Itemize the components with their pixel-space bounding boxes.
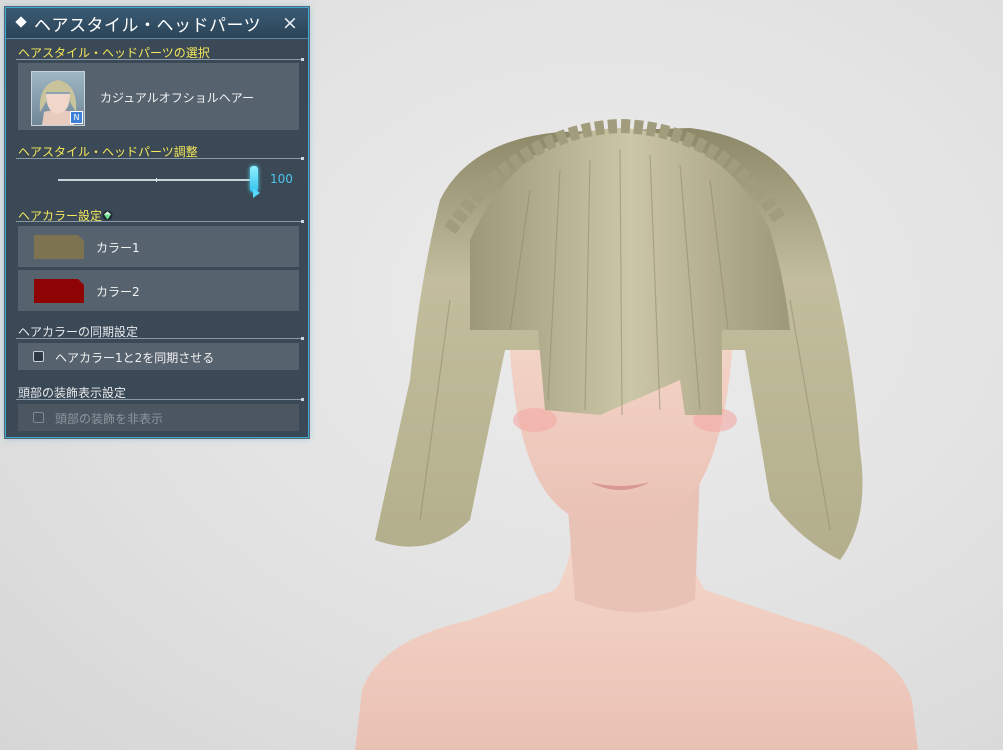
hairstyle-select-button[interactable]: N カジュアルオフショルヘアー (18, 63, 299, 130)
hairstyle-panel: ヘアスタイル・ヘッドパーツ × ヘアスタイル・ヘッドパーツの選択 N カジュアル… (5, 7, 309, 438)
diamond-icon (15, 16, 27, 28)
section-divider (16, 337, 304, 340)
section-divider (16, 157, 304, 160)
panel-title: ヘアスタイル・ヘッドパーツ (34, 16, 262, 36)
panel-titlebar[interactable]: ヘアスタイル・ヘッドパーツ × (6, 8, 308, 39)
color-sync-checkbox-label: ヘアカラー1と2を同期させる (55, 351, 215, 365)
hair-color-2-button[interactable]: カラー2 (18, 270, 299, 311)
hairstyle-name: カジュアルオフショルヘアー (100, 91, 255, 105)
head-deco-option: 頭部の装飾を非表示 (18, 404, 299, 431)
new-badge: N (70, 111, 83, 124)
color-1-label: カラー1 (96, 241, 140, 255)
slider-center-tick (156, 178, 157, 182)
head-deco-checkbox-label: 頭部の装飾を非表示 (55, 412, 164, 426)
slider-arrow-icon (253, 188, 260, 198)
hairstyle-thumbnail: N (31, 71, 85, 126)
gem-icon (102, 210, 113, 221)
color-1-swatch (34, 235, 84, 259)
color-2-label: カラー2 (96, 285, 140, 299)
adjust-slider-value: 100 (270, 172, 293, 186)
color-sync-checkbox[interactable] (33, 351, 44, 362)
color-sync-option[interactable]: ヘアカラー1と2を同期させる (18, 343, 299, 370)
color-2-swatch (34, 279, 84, 303)
hair-color-1-button[interactable]: カラー1 (18, 226, 299, 267)
close-icon[interactable]: × (280, 13, 300, 33)
section-divider (16, 220, 304, 223)
head-deco-checkbox (33, 412, 44, 423)
section-divider (16, 58, 304, 61)
section-divider (16, 398, 304, 401)
